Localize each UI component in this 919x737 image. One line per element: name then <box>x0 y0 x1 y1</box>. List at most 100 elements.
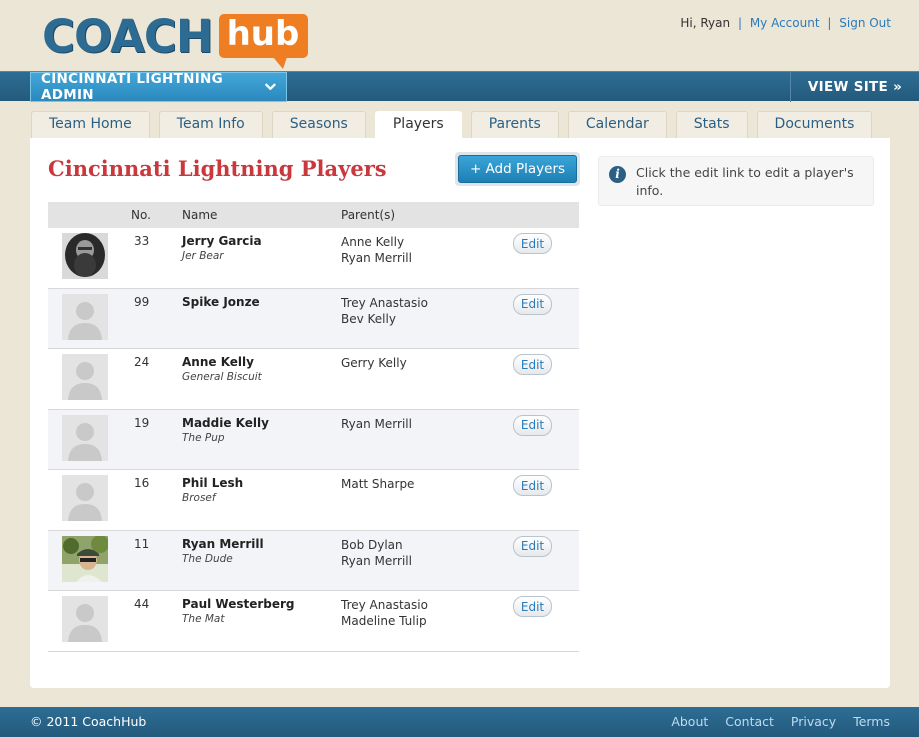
parent-name: Anne Kelly <box>341 235 405 249</box>
parent-name: Ryan Merrill <box>341 553 412 568</box>
parent-name: Trey Anastasio <box>341 295 428 310</box>
player-parents: Ryan Merrill <box>341 416 412 432</box>
info-icon: i <box>609 166 626 183</box>
player-name: Paul Westerberg <box>182 597 295 611</box>
player-avatar <box>62 414 108 461</box>
add-players-button-wrap: + Add Players <box>455 152 580 186</box>
parent-name: Madeline Tulip <box>341 614 427 628</box>
footer-link-about[interactable]: About <box>671 714 708 729</box>
player-number: 16 <box>134 476 150 490</box>
parent-name: Ryan Merrill <box>341 416 412 431</box>
parent-name: Trey Anastasio <box>341 598 428 612</box>
table-row: 33 Jerry Garcia Jer Bear Anne Kelly Ryan Mer… <box>48 228 579 289</box>
tab-team-info[interactable]: Team Info <box>158 111 263 138</box>
table-row: 16 Phil Lesh Brosef Matt Sharpe Edit <box>48 470 579 531</box>
player-parents: Trey Anastasio Madeline Tulip <box>341 597 428 629</box>
parent-name: Bob Dylan <box>341 537 403 552</box>
user-greeting: Hi, Ryan <box>680 16 731 30</box>
player-parents: Matt Sharpe <box>341 476 414 492</box>
add-players-button[interactable]: + Add Players <box>458 155 577 183</box>
player-number: 33 <box>134 234 150 248</box>
sign-out-link[interactable]: Sign Out <box>839 16 891 30</box>
user-links: Hi, Ryan | My Account | Sign Out <box>680 16 891 30</box>
player-nickname: The Mat <box>182 613 225 625</box>
table-row: 19 Maddie Kelly The Pup Ryan Merrill Edit <box>48 409 579 470</box>
content-panel: Cincinnati Lightning Players + Add Playe… <box>30 138 890 688</box>
player-avatar <box>62 535 108 582</box>
player-number: 11 <box>134 536 150 551</box>
player-name: Maddie Kelly <box>182 415 269 430</box>
edit-player-button[interactable]: Edit <box>513 414 552 436</box>
player-avatar <box>62 596 108 642</box>
players-table: No. Name Parent(s) 33 Jerry Garcia Jer Bea… <box>48 202 579 652</box>
info-message: i Click the edit link to edit a player's… <box>598 156 874 206</box>
player-avatar <box>62 293 108 340</box>
player-avatar <box>62 233 108 279</box>
logo-coach-text: COACH <box>42 10 214 63</box>
logo-hub-text: hub <box>218 14 309 69</box>
view-site-link[interactable]: VIEW SITE » <box>790 72 919 102</box>
player-nickname: General Biscuit <box>182 371 262 383</box>
footer-link-contact[interactable]: Contact <box>725 714 774 729</box>
header-parents: Parent(s) <box>341 208 396 222</box>
table-header: No. Name Parent(s) <box>48 202 579 228</box>
tab-parents[interactable]: Parents <box>470 111 559 138</box>
table-row: 99 Spike Jonze Trey Anastasio Bev Kelly Edit <box>48 288 579 349</box>
footer-link-privacy[interactable]: Privacy <box>791 714 836 729</box>
player-name: Spike Jonze <box>182 294 260 309</box>
player-nickname: Jer Bear <box>182 250 224 262</box>
edit-player-button[interactable]: Edit <box>513 354 552 375</box>
edit-player-button[interactable]: Edit <box>513 535 552 557</box>
page-title: Cincinnati Lightning Players <box>48 156 387 181</box>
header-no: No. <box>131 208 151 222</box>
player-name: Phil Lesh <box>182 476 244 490</box>
player-number: 24 <box>134 355 150 369</box>
edit-player-button[interactable]: Edit <box>513 233 552 254</box>
parent-name: Matt Sharpe <box>341 477 415 491</box>
tab-team-home[interactable]: Team Home <box>31 111 150 138</box>
separator: | <box>827 16 832 30</box>
table-row: 24 Anne Kelly General Biscuit Gerry Kelly Ed… <box>48 349 579 410</box>
header-name: Name <box>182 208 218 222</box>
chevron-down-icon <box>265 83 276 90</box>
footer-link-terms[interactable]: Terms <box>853 714 890 729</box>
tab-seasons[interactable]: Seasons <box>271 111 366 138</box>
player-nickname: Brosef <box>182 492 216 504</box>
edit-player-button[interactable]: Edit <box>513 475 552 496</box>
player-avatar <box>62 475 108 521</box>
tab-stats[interactable]: Stats <box>675 111 748 138</box>
parent-name: Bev Kelly <box>341 311 396 326</box>
my-account-link[interactable]: My Account <box>750 16 820 30</box>
player-parents: Bob Dylan Ryan Merrill <box>341 537 412 569</box>
player-parents: Trey Anastasio Bev Kelly <box>341 295 428 327</box>
info-text: Click the edit link to edit a player's i… <box>636 165 854 198</box>
separator: | <box>737 16 742 30</box>
player-number: 19 <box>134 415 150 430</box>
section-tabs: Team Home Team Info Seasons Players Pare… <box>31 111 873 139</box>
player-nickname: The Dude <box>182 552 233 565</box>
player-parents: Anne Kelly Ryan Merrill <box>341 234 412 266</box>
player-number: 99 <box>134 294 150 309</box>
tab-players[interactable]: Players <box>374 111 462 139</box>
footer-links: About Contact Privacy Terms <box>671 714 890 729</box>
footer: © 2011 CoachHub About Contact Privacy Te… <box>0 707 919 737</box>
edit-player-button[interactable]: Edit <box>513 293 552 315</box>
copyright: © 2011 CoachHub <box>30 714 147 729</box>
player-avatar <box>62 354 108 400</box>
team-selector-dropdown[interactable]: CINCINNATI LIGHTNING ADMIN <box>30 71 287 103</box>
player-number: 44 <box>134 597 150 611</box>
parent-name: Ryan Merrill <box>341 251 412 265</box>
player-name: Jerry Garcia <box>182 234 262 248</box>
player-name: Anne Kelly <box>182 355 254 369</box>
player-nickname: The Pup <box>182 431 225 444</box>
coachhub-logo[interactable]: COACH hub <box>42 10 309 69</box>
table-row: 11 Ryan Merrill The Dude Bob Dylan Ryan Merr… <box>48 530 579 591</box>
tab-calendar[interactable]: Calendar <box>567 111 667 138</box>
team-name: CINCINNATI LIGHTNING ADMIN <box>41 71 224 103</box>
player-parents: Gerry Kelly <box>341 355 407 371</box>
edit-player-button[interactable]: Edit <box>513 596 552 617</box>
table-row: 44 Paul Westerberg The Mat Trey Anastasio Ma… <box>48 591 579 652</box>
player-name: Ryan Merrill <box>182 536 264 551</box>
tab-documents[interactable]: Documents <box>756 111 873 138</box>
parent-name: Gerry Kelly <box>341 356 407 370</box>
